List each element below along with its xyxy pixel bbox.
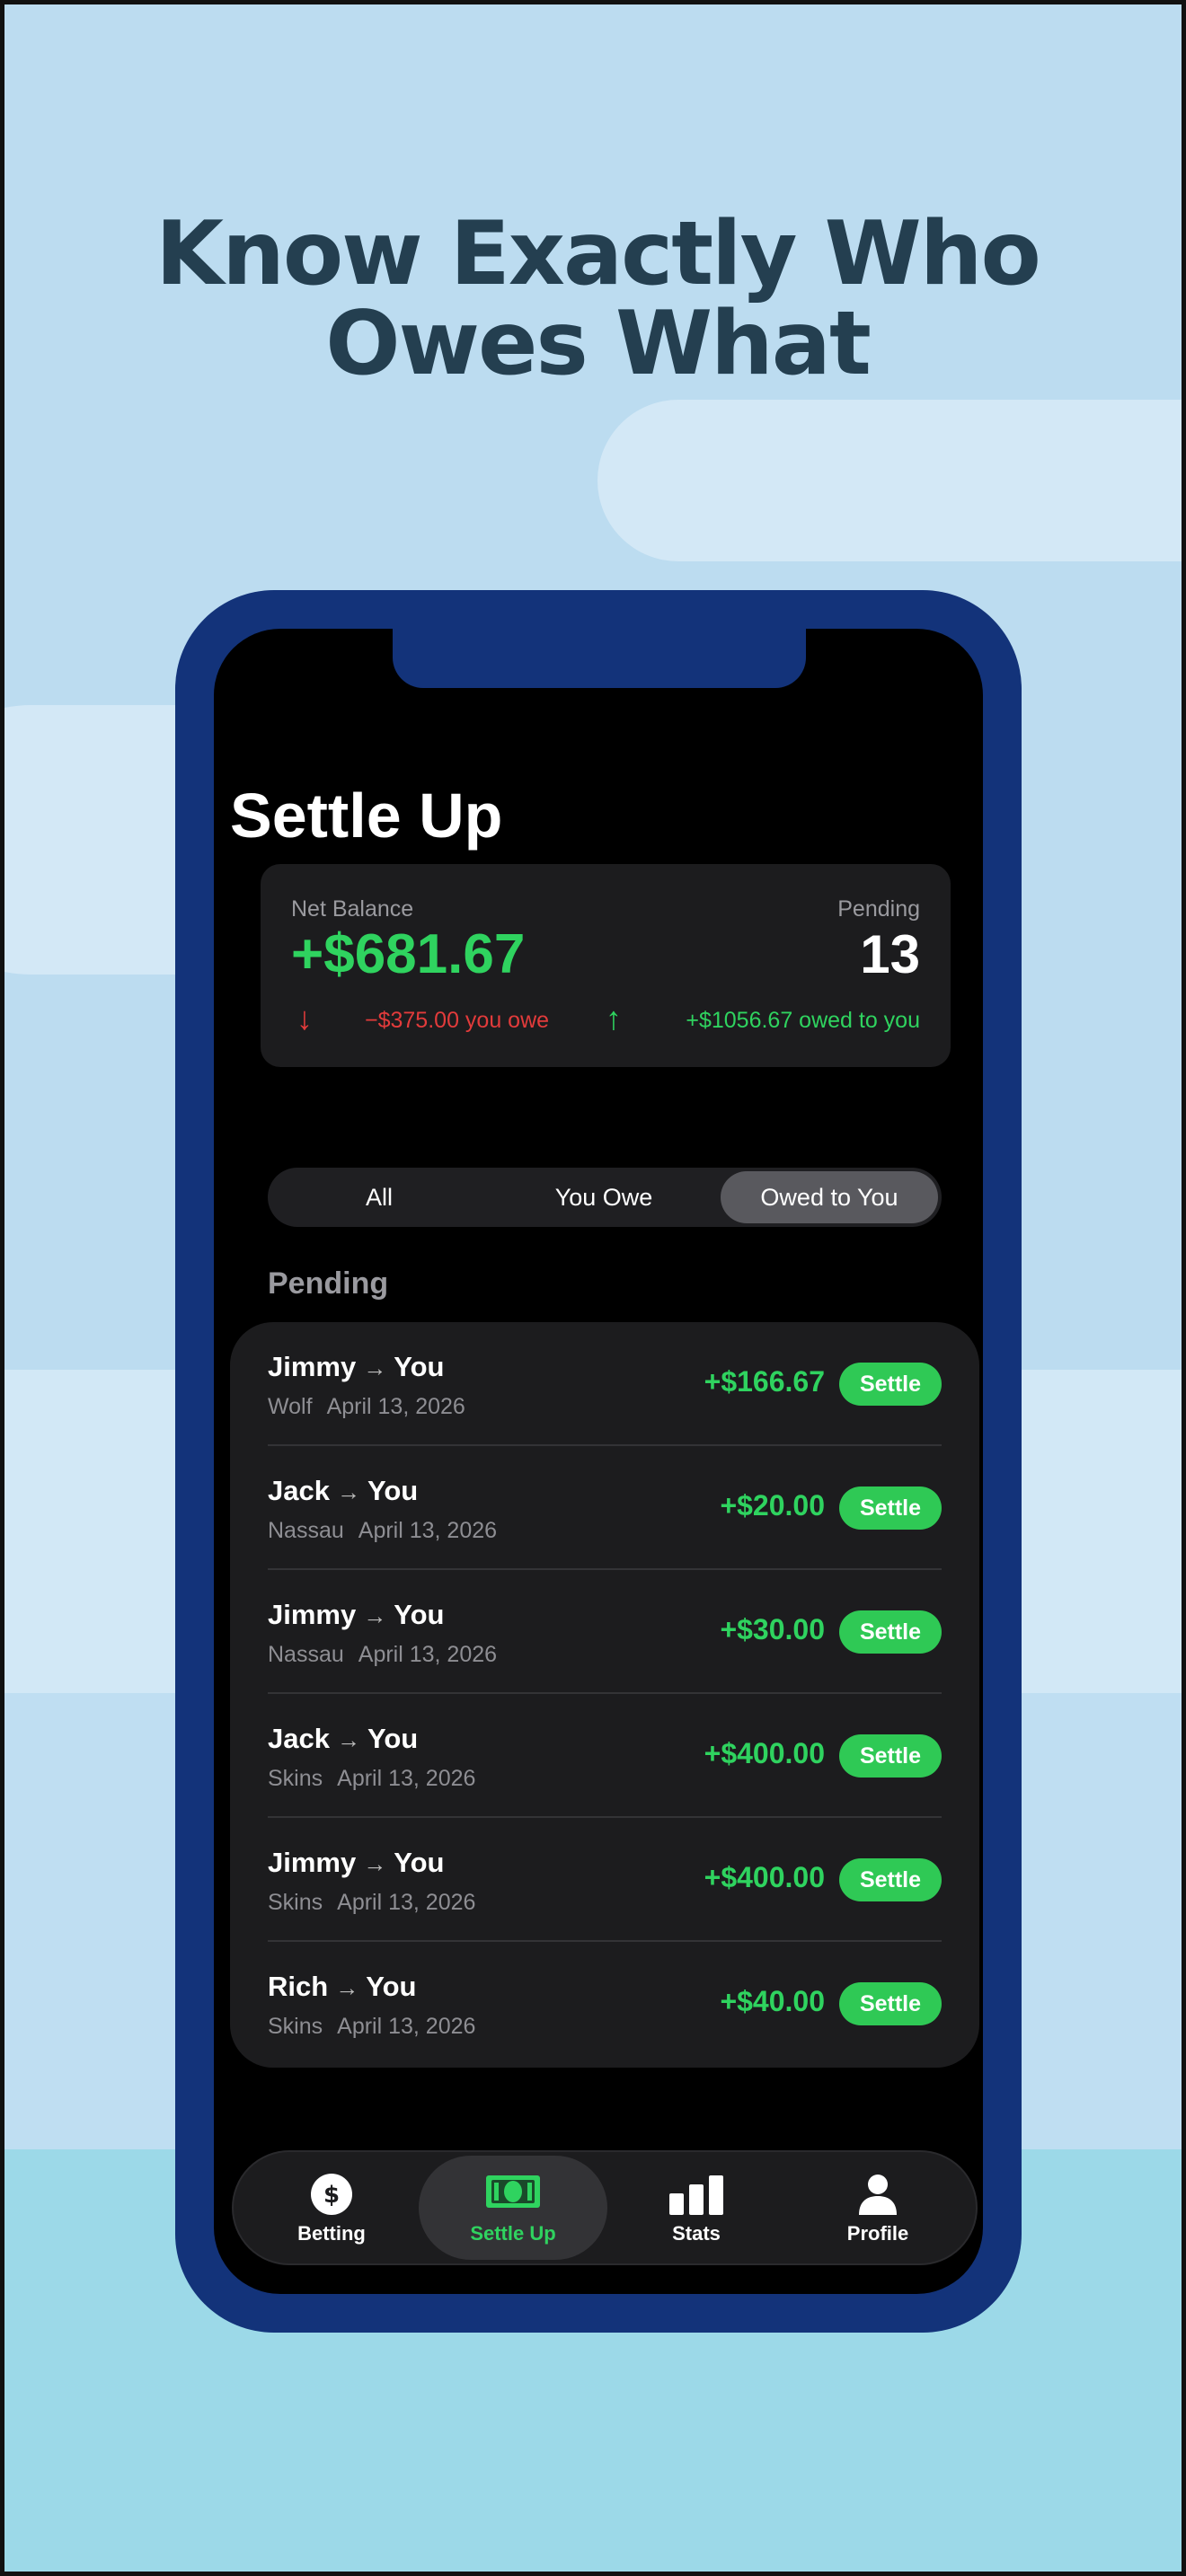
bar-chart-icon (668, 2172, 725, 2221)
list-item: Jack → You Nassau April 13, 2026 +$20.00 Se… (230, 1446, 979, 1570)
date: April 13, 2026 (326, 1394, 465, 1419)
settlement-meta: Nassau April 13, 2026 (268, 1642, 497, 1668)
tab-label: Profile (846, 2222, 909, 2245)
tab-settle-up[interactable]: Settle Up (419, 2156, 607, 2260)
balance-card: Net Balance Pending +$681.67 13 ↓ −$375.… (261, 864, 951, 1067)
tab-label: Stats (672, 2222, 721, 2245)
game-type: Skins (268, 2014, 323, 2039)
from-name: Rich (268, 1971, 329, 2002)
settlement-parties: Jack → You (268, 1475, 418, 1507)
game-type: Wolf (268, 1394, 313, 1419)
to-name: You (366, 1971, 417, 2002)
tab-profile[interactable]: Profile (783, 2156, 972, 2260)
pending-label: Pending (837, 896, 920, 922)
to-name: You (367, 1475, 419, 1506)
from-name: Jack (268, 1723, 330, 1754)
date: April 13, 2026 (358, 1518, 498, 1543)
tab-bar: $ Betting Settle Up Stats Profile (232, 2150, 978, 2265)
settlement-parties: Jimmy → You (268, 1351, 444, 1383)
person-icon (855, 2172, 900, 2221)
tab-betting[interactable]: $ Betting (237, 2156, 426, 2260)
segment-you-owe[interactable]: You Owe (496, 1171, 712, 1223)
settlement-parties: Rich → You (268, 1971, 416, 2003)
arrow-right-icon: → (335, 1974, 359, 2001)
settlement-meta: Nassau April 13, 2026 (268, 1518, 497, 1544)
list-item: Jack → You Skins April 13, 2026 +$400.00 Se… (230, 1694, 979, 1818)
segment-all[interactable]: All (271, 1171, 487, 1223)
settlement-parties: Jimmy → You (268, 1599, 444, 1631)
date: April 13, 2026 (337, 1766, 476, 1791)
phone-screen: Settle Up Net Balance Pending +$681.67 1… (214, 629, 983, 2294)
cash-icon (484, 2172, 542, 2216)
tab-stats[interactable]: Stats (602, 2156, 791, 2260)
arrow-right-icon: → (363, 1602, 387, 1629)
page-title: Settle Up (230, 781, 503, 851)
settlement-meta: Skins April 13, 2026 (268, 1766, 475, 1792)
amount: +$20.00 (720, 1489, 825, 1522)
settle-button[interactable]: Settle (839, 1982, 942, 2025)
list-item: Jimmy → You Wolf April 13, 2026 +$166.67 Se… (230, 1322, 979, 1446)
settle-button[interactable]: Settle (839, 1734, 942, 1778)
to-name: You (394, 1351, 445, 1382)
from-name: Jimmy (268, 1599, 357, 1630)
list-item: Rich → You Skins April 13, 2026 +$40.00 Set… (230, 1942, 979, 2066)
arrow-down-icon: ↓ (296, 1000, 313, 1037)
game-type: Skins (268, 1890, 323, 1915)
svg-text:$: $ (323, 2182, 340, 2209)
list-item: Jimmy → You Skins April 13, 2026 +$400.00 S… (230, 1818, 979, 1942)
settlement-meta: Wolf April 13, 2026 (268, 1394, 465, 1420)
settle-button[interactable]: Settle (839, 1858, 942, 1901)
arrow-right-icon: → (336, 1478, 360, 1505)
arrow-right-icon: → (336, 1726, 360, 1753)
net-balance-label: Net Balance (291, 896, 414, 922)
settlement-parties: Jack → You (268, 1723, 418, 1755)
settlement-list: Jimmy → You Wolf April 13, 2026 +$166.67 Se… (230, 1322, 979, 2068)
date: April 13, 2026 (337, 1890, 476, 1915)
you-owe-total: −$375.00 you owe (365, 1008, 550, 1033)
date: April 13, 2026 (337, 2014, 476, 2039)
amount: +$40.00 (720, 1985, 825, 2017)
headline-line-1: Know Exactly Who (155, 203, 1041, 305)
list-item: Jimmy → You Nassau April 13, 2026 +$30.00 S… (230, 1570, 979, 1694)
arrow-up-icon: ↑ (606, 1000, 622, 1037)
settlement-parties: Jimmy → You (268, 1847, 444, 1879)
cloud (597, 400, 1182, 561)
headline: Know Exactly Who Owes What (4, 209, 1186, 389)
from-name: Jimmy (268, 1847, 357, 1878)
section-label: Pending (268, 1266, 389, 1301)
arrow-right-icon: → (363, 1850, 387, 1877)
amount: +$166.67 (704, 1365, 825, 1398)
to-name: You (394, 1847, 445, 1878)
amount: +$400.00 (704, 1861, 825, 1893)
to-name: You (394, 1599, 445, 1630)
from-name: Jimmy (268, 1351, 357, 1382)
pending-count: 13 (860, 924, 920, 984)
filter-segmented-control: All You Owe Owed to You (268, 1168, 942, 1227)
phone-frame: Settle Up Net Balance Pending +$681.67 1… (175, 590, 1022, 2333)
game-type: Nassau (268, 1518, 344, 1543)
game-type: Skins (268, 1766, 323, 1791)
tab-label: Betting (297, 2222, 366, 2245)
date: April 13, 2026 (358, 1642, 498, 1667)
settle-button[interactable]: Settle (839, 1363, 942, 1406)
amount: +$400.00 (704, 1737, 825, 1769)
tab-label: Settle Up (470, 2222, 556, 2245)
settlement-meta: Skins April 13, 2026 (268, 1890, 475, 1916)
settle-button[interactable]: Settle (839, 1486, 942, 1530)
net-balance-value: +$681.67 (291, 923, 526, 985)
from-name: Jack (268, 1475, 330, 1506)
game-type: Nassau (268, 1642, 344, 1667)
dollar-coin-icon: $ (309, 2172, 354, 2221)
arrow-right-icon: → (363, 1354, 387, 1381)
amount: +$30.00 (720, 1613, 825, 1645)
owed-to-you-total: +$1056.67 owed to you (686, 1008, 920, 1033)
to-name: You (367, 1723, 419, 1754)
notch (393, 629, 806, 688)
settlement-meta: Skins April 13, 2026 (268, 2014, 475, 2040)
segment-owed-to-you[interactable]: Owed to You (721, 1171, 938, 1223)
settle-button[interactable]: Settle (839, 1610, 942, 1654)
headline-line-2: Owes What (325, 293, 872, 395)
